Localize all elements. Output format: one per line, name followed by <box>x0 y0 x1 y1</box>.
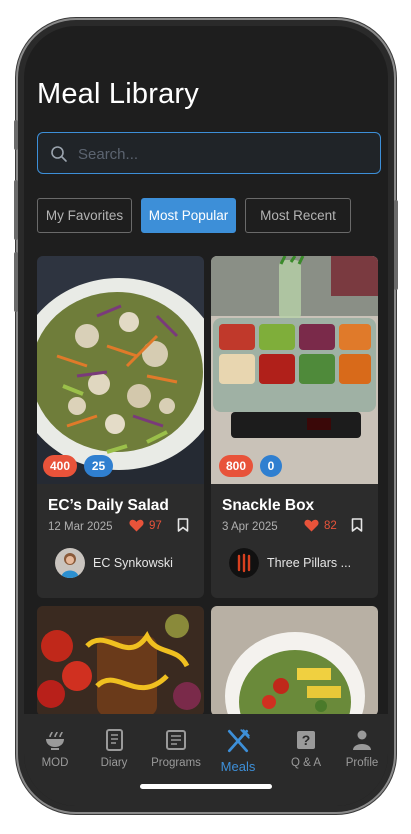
filter-most-recent[interactable]: Most Recent <box>245 198 351 233</box>
page-title: Meal Library <box>37 78 199 110</box>
author-name: Three Pillars ... <box>267 556 352 570</box>
svg-text:?: ? <box>302 732 311 748</box>
bookmark-icon[interactable] <box>177 518 189 532</box>
author-name: EC Synkowski <box>93 556 173 570</box>
meal-title: EC’s Daily Salad <box>48 497 169 514</box>
search-input[interactable] <box>76 133 370 175</box>
meal-photo <box>211 606 378 716</box>
calorie-badge: 800 <box>219 455 253 477</box>
filter-most-popular[interactable]: Most Popular <box>141 198 236 233</box>
tab-meals[interactable]: Meals <box>206 722 270 774</box>
likes-count: 97 <box>149 519 162 532</box>
avatar <box>229 548 259 578</box>
likes[interactable]: 97 <box>129 519 162 532</box>
diary-icon <box>106 729 123 751</box>
search-bar[interactable] <box>37 132 381 175</box>
meal-photo <box>37 606 204 716</box>
filter-my-favorites[interactable]: My Favorites <box>37 198 132 233</box>
tab-programs[interactable]: Programs <box>144 722 208 769</box>
meal-photo <box>211 256 378 484</box>
author[interactable]: EC Synkowski <box>55 548 173 578</box>
tab-qa[interactable]: ? Q & A <box>275 722 337 769</box>
app-screen: Meal Library My Favorites Most Popular M… <box>24 26 388 806</box>
volume-up-button <box>14 180 18 240</box>
bowl-icon <box>46 731 64 750</box>
tab-programs-label: Programs <box>151 757 201 769</box>
tab-profile[interactable]: Profile <box>335 722 388 769</box>
protein-badge: 25 <box>84 455 113 477</box>
heart-icon <box>129 519 144 532</box>
avatar <box>55 548 85 578</box>
tab-diary-label: Diary <box>100 757 128 769</box>
meal-photo <box>37 256 204 484</box>
meal-date: 3 Apr 2025 <box>222 521 278 533</box>
person-icon <box>353 730 371 750</box>
tab-qa-label: Q & A <box>290 757 322 769</box>
phone-frame: Meal Library My Favorites Most Popular M… <box>14 20 398 812</box>
heart-icon <box>304 519 319 532</box>
likes[interactable]: 82 <box>304 519 337 532</box>
meal-title: Snackle Box <box>222 497 315 514</box>
meal-card[interactable] <box>211 606 378 716</box>
fork-knife-icon <box>227 729 250 753</box>
search-icon <box>51 146 67 162</box>
meal-card[interactable]: 400 25 EC’s Daily Salad 12 Mar 2025 97 E… <box>37 256 204 598</box>
likes-count: 82 <box>324 519 337 532</box>
meal-date: 12 Mar 2025 <box>48 521 113 533</box>
tab-mod[interactable]: MOD <box>24 722 86 769</box>
tab-profile-label: Profile <box>345 757 379 769</box>
author[interactable]: Three Pillars ... <box>229 548 351 578</box>
meal-card[interactable] <box>37 606 204 716</box>
bookmark-icon[interactable] <box>351 518 363 532</box>
mute-switch <box>14 120 18 150</box>
home-indicator <box>140 784 272 789</box>
programs-icon <box>166 730 186 750</box>
calorie-badge: 400 <box>43 455 77 477</box>
question-icon: ? <box>297 731 315 749</box>
meal-card[interactable]: 800 0 Snackle Box 3 Apr 2025 82 Three Pi… <box>211 256 378 598</box>
power-button <box>394 200 398 290</box>
bottom-tab-bar: MOD Diary Programs Meals ? Q & A Profile <box>24 714 388 806</box>
volume-down-button <box>14 252 18 312</box>
protein-badge: 0 <box>260 455 282 477</box>
tab-meals-label: Meals <box>220 759 256 774</box>
tab-mod-label: MOD <box>41 757 69 769</box>
tab-diary[interactable]: Diary <box>83 722 145 769</box>
